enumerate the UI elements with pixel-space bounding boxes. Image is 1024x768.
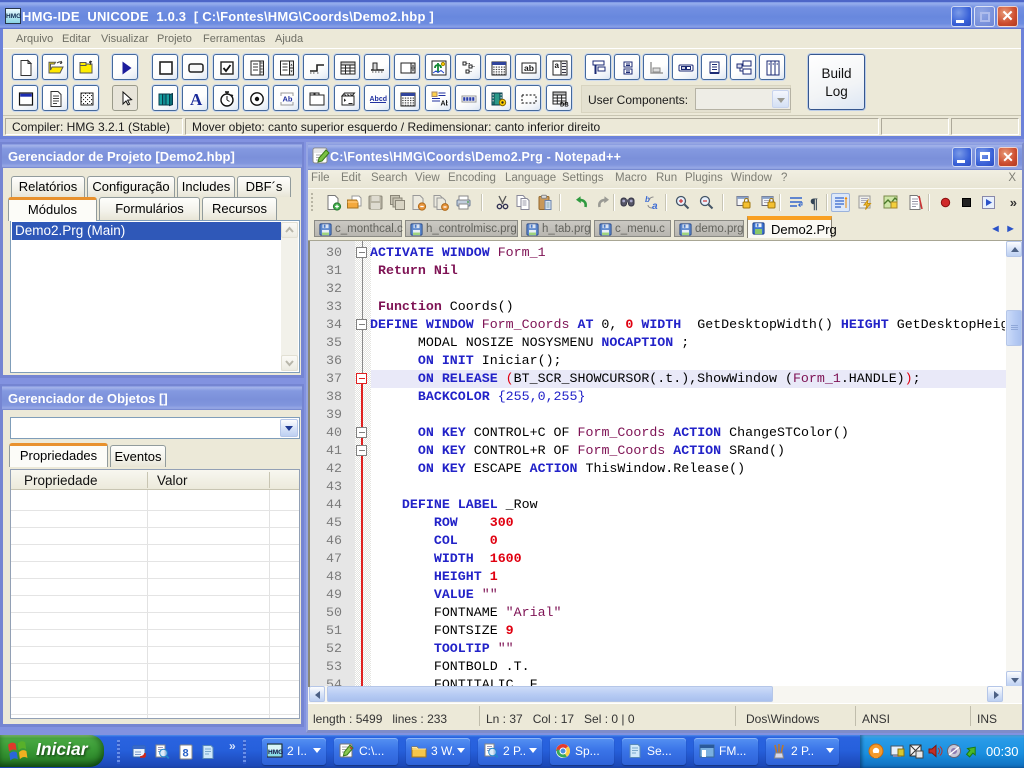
svg-text:DB: DB	[560, 103, 569, 109]
svg-text:Ab: Ab	[283, 95, 293, 104]
svg-text:HMG: HMG	[268, 749, 283, 756]
svg-text:a: a	[555, 61, 560, 70]
svg-text:¶: ¶	[810, 196, 818, 211]
svg-text:Ab: Ab	[441, 101, 449, 108]
svg-text:A: A	[190, 90, 203, 108]
svg-text:Abcd: Abcd	[370, 96, 388, 103]
svg-text:8: 8	[183, 748, 189, 760]
svg-text:ab: ab	[524, 63, 534, 73]
svg-text:a: a	[652, 201, 658, 211]
